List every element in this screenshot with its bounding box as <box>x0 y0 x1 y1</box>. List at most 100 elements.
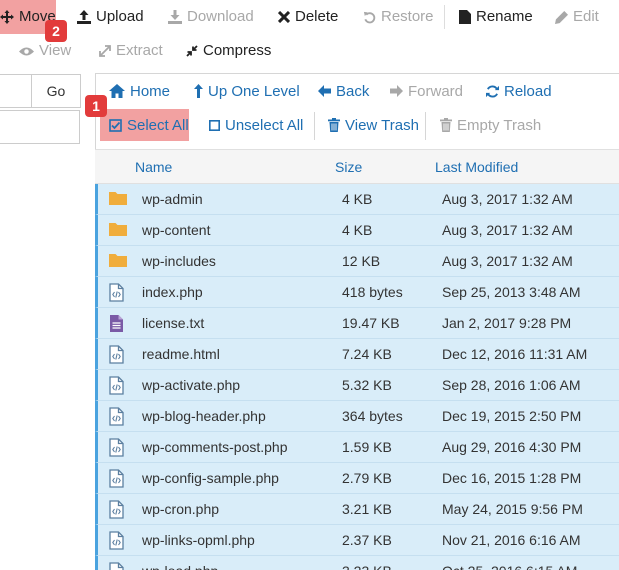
go-button[interactable]: Go <box>31 74 81 108</box>
step-badge-1: 1 <box>85 95 107 117</box>
pencil-icon <box>555 10 568 24</box>
file-modified: Oct 25, 2016 6:15 AM <box>442 556 577 570</box>
file-name: index.php <box>142 284 203 300</box>
code-file-icon <box>109 469 124 491</box>
file-modified: May 24, 2015 9:56 PM <box>442 501 583 517</box>
reload-label: Reload <box>504 82 552 100</box>
file-size: 4 KB <box>342 191 373 207</box>
restore-button[interactable]: Restore <box>363 0 434 34</box>
upload-icon <box>77 10 91 24</box>
column-header-modified[interactable]: Last Modified <box>435 150 518 184</box>
table-row[interactable]: readme.html 7.24 KB Dec 12, 2016 11:31 AM <box>95 339 619 370</box>
file-name: wp-content <box>142 222 211 238</box>
code-file-icon <box>109 500 124 522</box>
reload-link[interactable]: Reload <box>486 76 552 106</box>
file-size: 2.79 KB <box>342 470 392 486</box>
up-one-level-link[interactable]: Up One Level <box>194 76 300 106</box>
checkbox-checked-icon <box>109 118 122 132</box>
arrow-right-icon <box>390 85 403 97</box>
file-size: 4 KB <box>342 222 373 238</box>
file-modified: Nov 21, 2016 6:16 AM <box>442 532 581 548</box>
toolbar-secondary: View Extract Compress <box>0 34 619 68</box>
forward-link[interactable]: Forward <box>390 76 463 106</box>
move-arrows-icon <box>0 10 14 24</box>
unselect-all-button[interactable]: Unselect All <box>209 110 303 140</box>
compress-button[interactable]: Compress <box>186 34 271 68</box>
file-name: wp-admin <box>142 191 203 207</box>
empty-trash-button[interactable]: Empty Trash <box>440 110 541 140</box>
table-row[interactable]: wp-config-sample.php 2.79 KB Dec 16, 2015 … <box>95 463 619 494</box>
folder-tree[interactable] <box>0 110 80 144</box>
toolbar-primary: Move 2 Upload Download Delete Restore Re… <box>0 0 619 42</box>
unselect-all-label: Unselect All <box>225 116 304 134</box>
arrow-up-icon <box>194 84 203 98</box>
code-file-icon <box>109 283 124 305</box>
file-name: wp-config-sample.php <box>142 470 279 486</box>
download-button[interactable]: Download <box>168 0 254 34</box>
code-file-icon <box>109 438 124 460</box>
refresh-icon <box>486 85 499 97</box>
delete-button[interactable]: Delete <box>278 0 338 34</box>
table-row[interactable]: license.txt 19.47 KB Jan 2, 2017 9:28 PM <box>95 308 619 339</box>
table-row[interactable]: wp-links-opml.php 2.37 KB Nov 21, 2016 6:1… <box>95 525 619 556</box>
file-size: 7.24 KB <box>342 346 392 362</box>
edit-button[interactable]: Edit <box>555 0 599 34</box>
extract-button[interactable]: Extract <box>99 34 163 68</box>
home-icon <box>109 84 125 98</box>
empty-trash-label: Empty Trash <box>457 116 542 134</box>
trash-icon <box>328 118 340 132</box>
delete-label: Delete <box>295 8 339 25</box>
table-row[interactable]: wp-comments-post.php 1.59 KB Aug 29, 2016 … <box>95 432 619 463</box>
nav-divider <box>314 112 315 140</box>
expand-icon <box>99 45 111 57</box>
rename-label: Rename <box>476 8 533 25</box>
eye-icon <box>19 47 34 55</box>
file-name: wp-load.php <box>142 556 218 570</box>
home-link[interactable]: Home <box>109 76 170 106</box>
extract-label: Extract <box>116 42 163 59</box>
undo-icon <box>363 11 376 23</box>
file-name: wp-cron.php <box>142 501 220 517</box>
select-all-button[interactable]: Select All <box>109 110 189 140</box>
file-name: wp-links-opml.php <box>142 532 255 548</box>
rename-button[interactable]: Rename <box>459 0 533 34</box>
nav-divider <box>425 112 426 140</box>
close-icon <box>278 11 290 23</box>
select-all-label: Select All <box>127 116 189 134</box>
back-link[interactable]: Back <box>318 76 369 106</box>
file-modified: Aug 3, 2017 1:32 AM <box>442 191 573 207</box>
table-row[interactable]: wp-admin 4 KB Aug 3, 2017 1:32 AM <box>95 184 619 215</box>
table-row[interactable]: index.php 418 bytes Sep 25, 2013 3:48 AM <box>95 277 619 308</box>
table-row[interactable]: wp-load.php 3.23 KB Oct 25, 2016 6:15 AM <box>95 556 619 570</box>
code-file-icon <box>109 345 124 367</box>
file-size: 5.32 KB <box>342 377 392 393</box>
toolbar-divider <box>444 5 445 29</box>
table-row[interactable]: wp-blog-header.php 364 bytes Dec 19, 2015 … <box>95 401 619 432</box>
file-modified: Dec 16, 2015 1:28 PM <box>442 470 582 486</box>
download-icon <box>168 10 182 24</box>
file-modified: Dec 19, 2015 2:50 PM <box>442 408 582 424</box>
file-table-body: wp-admin 4 KB Aug 3, 2017 1:32 AM wp-conte… <box>95 184 619 570</box>
column-header-size[interactable]: Size <box>335 150 362 184</box>
table-row[interactable]: wp-content 4 KB Aug 3, 2017 1:32 AM <box>95 215 619 246</box>
file-size: 1.59 KB <box>342 439 392 455</box>
arrow-left-icon <box>318 85 331 97</box>
upload-button[interactable]: Upload <box>77 0 144 34</box>
column-header-name[interactable]: Name <box>135 150 172 184</box>
file-size: 12 KB <box>342 253 381 269</box>
file-size: 2.37 KB <box>342 532 392 548</box>
file-modified: Dec 12, 2016 11:31 AM <box>442 346 588 362</box>
code-file-icon <box>109 407 124 429</box>
file-size: 364 bytes <box>342 408 403 424</box>
file-size: 3.23 KB <box>342 556 392 570</box>
file-name: wp-blog-header.php <box>142 408 266 424</box>
table-row[interactable]: wp-cron.php 3.21 KB May 24, 2015 9:56 PM <box>95 494 619 525</box>
back-label: Back <box>336 82 370 100</box>
view-button[interactable]: View <box>19 34 71 68</box>
folder-icon <box>109 190 127 209</box>
edit-label: Edit <box>573 8 599 25</box>
table-row[interactable]: wp-activate.php 5.32 KB Sep 28, 2016 1:06 … <box>95 370 619 401</box>
file-modified: Aug 3, 2017 1:32 AM <box>442 253 573 269</box>
table-row[interactable]: wp-includes 12 KB Aug 3, 2017 1:32 AM <box>95 246 619 277</box>
view-trash-button[interactable]: View Trash <box>328 110 419 140</box>
